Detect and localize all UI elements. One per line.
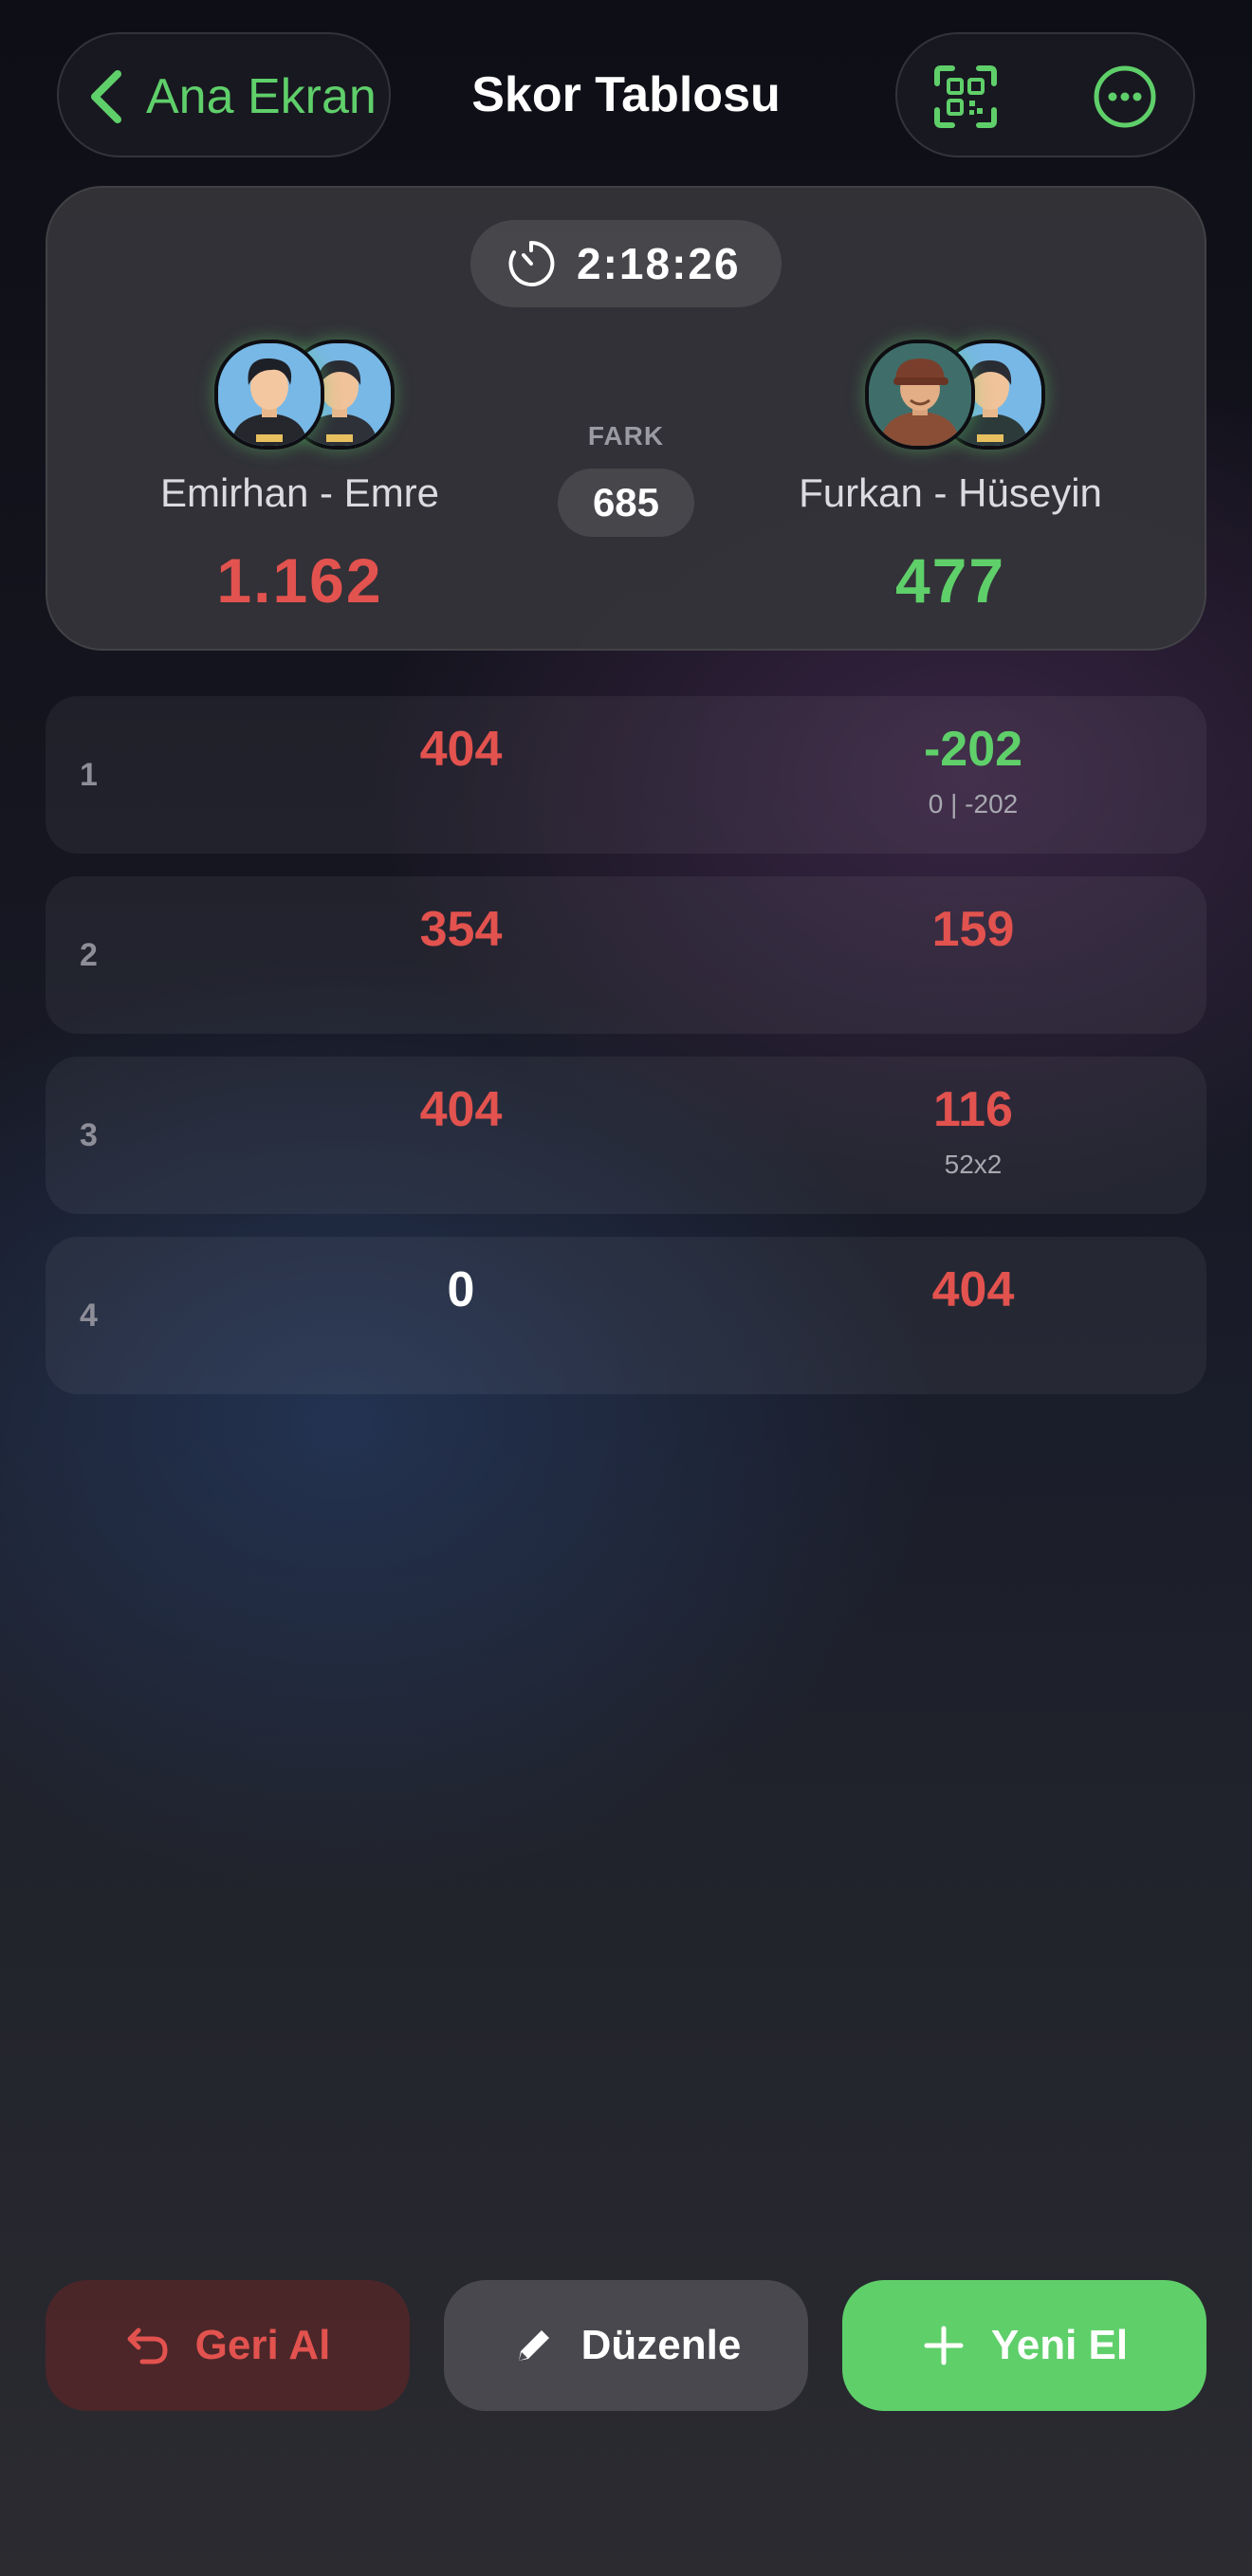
avatar <box>214 340 324 450</box>
back-button-label: Ana Ekran <box>146 69 377 124</box>
chevron-left-icon <box>91 70 121 123</box>
edit-button-label: Düzenle <box>580 2322 742 2368</box>
edit-button[interactable]: Düzenle <box>444 2280 808 2411</box>
undo-icon <box>127 2328 168 2364</box>
round-row[interactable]: 4 0 404 <box>46 1237 1206 1394</box>
round-row[interactable]: 3 404 116 52x2 <box>46 1057 1206 1214</box>
game-timer: 2:18:26 <box>470 220 782 307</box>
round-team2-score: 116 <box>933 1082 1013 1137</box>
team2-avatars <box>861 338 1045 450</box>
round-number: 2 <box>80 937 98 973</box>
difference-label: FARK <box>587 421 665 451</box>
round-team2-detail: 0 | -202 <box>928 789 1019 819</box>
timer-value: 2:18:26 <box>577 239 741 288</box>
pencil-icon <box>518 2330 549 2361</box>
round-team1-score: 354 <box>419 902 503 957</box>
page-title: Skor Tablosu <box>471 67 781 122</box>
round-number: 3 <box>80 1117 98 1153</box>
round-team2-score: 404 <box>931 1262 1015 1317</box>
more-icon[interactable] <box>1093 64 1157 129</box>
timer-icon <box>508 240 555 286</box>
team2-name: Furkan - Hüseyin <box>799 470 1102 515</box>
new-hand-button[interactable]: Yeni El <box>842 2280 1206 2411</box>
avatar <box>865 340 975 450</box>
team1-total-score: 1.162 <box>216 545 383 616</box>
team2-total-score: 477 <box>894 545 1006 616</box>
header-actions <box>895 32 1195 157</box>
round-team1-score: 404 <box>419 722 503 777</box>
round-team1-score: 404 <box>419 1082 503 1137</box>
difference-value: 685 <box>558 469 694 537</box>
qr-scan-icon[interactable] <box>933 64 998 129</box>
back-button[interactable]: Ana Ekran <box>57 32 391 157</box>
new-hand-button-label: Yeni El <box>990 2322 1129 2368</box>
round-team2-score: 159 <box>931 902 1015 957</box>
undo-button-label: Geri Al <box>194 2322 331 2368</box>
plus-icon <box>924 2326 964 2365</box>
round-team1-score: 0 <box>447 1262 475 1317</box>
round-number: 1 <box>80 757 98 793</box>
round-team2-detail: 52x2 <box>944 1150 1003 1179</box>
round-team2-score: -202 <box>923 722 1023 777</box>
round-row[interactable]: 1 404 -202 0 | -202 <box>46 696 1206 854</box>
undo-button[interactable]: Geri Al <box>46 2280 410 2411</box>
round-number: 4 <box>80 1297 98 1334</box>
round-row[interactable]: 2 354 159 <box>46 876 1206 1034</box>
team1-avatars <box>211 338 395 450</box>
team1-name: Emirhan - Emre <box>159 470 440 515</box>
